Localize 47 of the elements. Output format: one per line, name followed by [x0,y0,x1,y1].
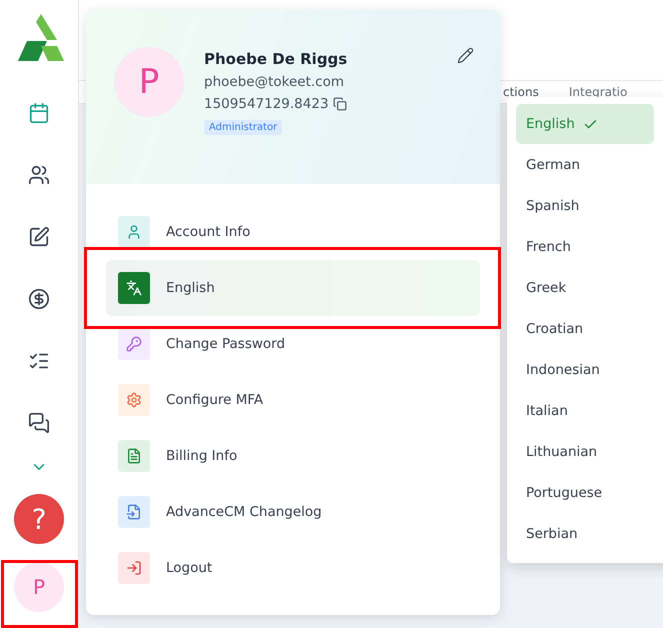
user-name: Phoebe De Riggs [204,50,348,68]
language-option[interactable]: Serbian [516,514,654,554]
language-option[interactable]: Croatian [516,309,654,349]
menu-item[interactable]: Account Info [106,204,480,260]
language-option[interactable]: Portuguese [516,473,654,513]
logout-icon [118,552,150,584]
menu-item[interactable]: Change Password [106,316,480,372]
tab-label[interactable]: Integratio [568,85,628,99]
language-option[interactable]: Spanish [516,186,654,226]
translate-icon [118,272,150,304]
edit-icon[interactable] [28,226,50,248]
copy-icon[interactable] [332,97,347,111]
chat-icon[interactable] [28,412,50,434]
language-option[interactable]: French [516,227,654,267]
language-option[interactable]: Lithuanian [516,432,654,472]
language-option[interactable]: English [516,104,654,144]
dollar-icon[interactable] [28,288,50,310]
language-option[interactable]: Indonesian [516,350,654,390]
menu-label: Configure MFA [166,392,264,408]
users-icon[interactable] [28,164,50,186]
menu-label: Logout [166,560,212,576]
help-button[interactable]: ? [14,494,64,544]
language-option[interactable]: Greek [516,268,654,308]
menu-label: Billing Info [166,448,238,464]
menu-label: AdvanceCM Changelog [166,504,322,520]
document-icon [118,440,150,472]
menu-label: Account Info [166,224,250,240]
language-option[interactable]: Italian [516,391,654,431]
menu-label: Change Password [166,336,286,352]
menu-item[interactable]: Configure MFA [106,372,480,428]
person-icon [118,216,150,248]
calendar-icon[interactable] [28,102,50,124]
settings-icon [118,384,150,416]
profile-avatar: P [114,47,184,117]
menu-item[interactable]: Logout [106,540,480,596]
edit-button[interactable] [457,47,474,64]
menu-item[interactable]: English [106,260,480,316]
file-icon [118,496,150,528]
language-option[interactable]: German [516,145,654,185]
menu-label: English [166,280,215,296]
key-icon [118,328,150,360]
tab-label[interactable]: ctions [503,85,539,99]
role-badge: Administrator [204,120,282,135]
user-email: phoebe@tokeet.com [204,74,344,90]
menu-item[interactable]: AdvanceCM Changelog [106,484,480,540]
menu-item[interactable]: Billing Info [106,428,480,484]
account-id: 1509547129.8423 [204,96,329,112]
